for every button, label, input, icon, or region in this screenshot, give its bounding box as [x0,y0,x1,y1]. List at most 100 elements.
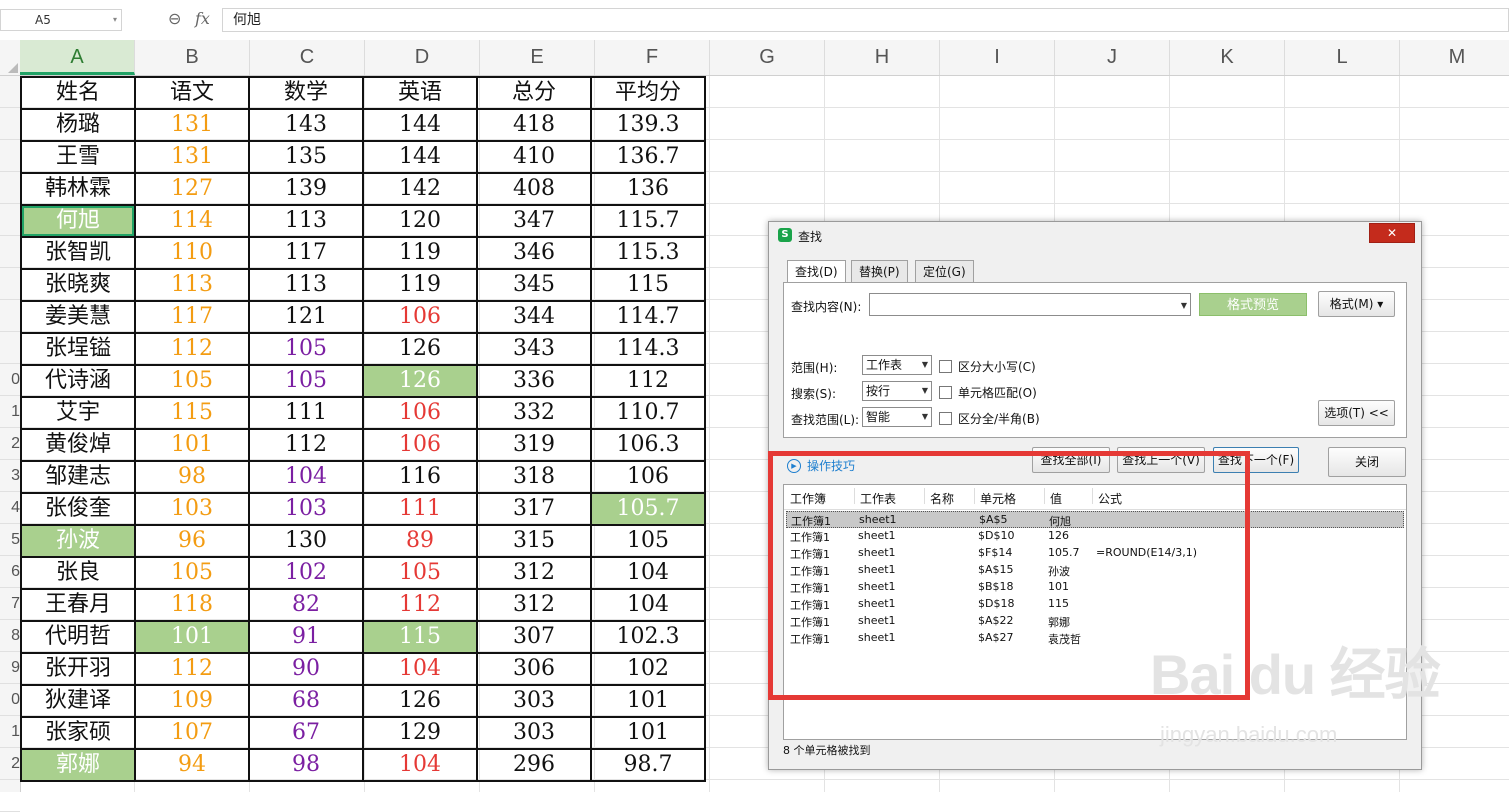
cell[interactable]: 姓名 [20,76,136,110]
cell[interactable]: 312 [476,588,592,622]
row-header[interactable]: 0 [0,364,20,396]
cell[interactable]: 115.3 [590,236,706,270]
cell[interactable]: 王雪 [20,140,136,174]
cell[interactable]: 孙波 [20,524,136,558]
row-header[interactable] [0,780,20,812]
cell[interactable]: 106 [362,396,478,430]
cell[interactable]: 90 [248,652,364,686]
match-width-checkbox[interactable]: 区分全/半角(B) [939,410,1040,427]
close-icon[interactable]: ✕ [1369,223,1415,243]
row-header[interactable]: 2 [0,428,20,460]
column-header-a[interactable]: A [20,40,135,75]
scope-select[interactable]: 工作表 ▼ [862,355,932,375]
cell[interactable]: 296 [476,748,592,782]
cell[interactable]: 121 [248,300,364,334]
cell[interactable]: 117 [134,300,250,334]
cell[interactable]: 张智凯 [20,236,136,270]
cell[interactable]: 黄俊焯 [20,428,136,462]
row-header[interactable] [0,332,20,364]
cell[interactable]: 张晓爽 [20,268,136,302]
row-header[interactable]: 9 [0,652,20,684]
cell[interactable]: 张家硕 [20,716,136,750]
cell[interactable]: 94 [134,748,250,782]
row-header[interactable]: 1 [0,716,20,748]
cell[interactable]: 代明哲 [20,620,136,654]
cell[interactable]: 306 [476,652,592,686]
cell[interactable]: 332 [476,396,592,430]
column-header-m[interactable]: M [1400,40,1509,75]
row-header[interactable]: 3 [0,460,20,492]
cell[interactable]: 106.3 [590,428,706,462]
row-header[interactable] [0,236,20,268]
cell[interactable]: 139 [248,172,364,206]
cell[interactable]: 112 [134,652,250,686]
cell[interactable]: 韩林霖 [20,172,136,206]
cell[interactable]: 106 [362,300,478,334]
fx-icon[interactable]: fx [195,9,210,28]
cell[interactable]: 312 [476,556,592,590]
format-button[interactable]: 格式(M) ▾ [1318,291,1395,317]
cell[interactable]: 98.7 [590,748,706,782]
cell[interactable]: 总分 [476,76,592,110]
cell[interactable]: 126 [362,684,478,718]
cell[interactable]: 113 [134,268,250,302]
cell[interactable]: 410 [476,140,592,174]
row-header[interactable] [0,204,20,236]
row-header[interactable] [0,268,20,300]
cell[interactable]: 89 [362,524,478,558]
row-header[interactable]: 5 [0,524,20,556]
column-header-j[interactable]: J [1055,40,1170,75]
cell[interactable]: 118 [134,588,250,622]
checkbox-box[interactable] [939,386,952,399]
row-header[interactable]: 6 [0,556,20,588]
cell[interactable]: 105 [590,524,706,558]
cell[interactable]: 82 [248,588,364,622]
row-header[interactable] [0,300,20,332]
cell[interactable]: 120 [362,204,478,238]
cell[interactable]: 104 [362,652,478,686]
cell[interactable]: 336 [476,364,592,398]
formula-input[interactable]: 何旭 [222,8,1509,32]
cell[interactable]: 杨璐 [20,108,136,142]
cell[interactable]: 郭娜 [20,748,136,782]
cell[interactable]: 130 [248,524,364,558]
row-header[interactable] [0,140,20,172]
cell[interactable]: 姜美慧 [20,300,136,334]
cell[interactable]: 114.7 [590,300,706,334]
cell[interactable]: 344 [476,300,592,334]
cell[interactable]: 68 [248,684,364,718]
column-header-e[interactable]: E [480,40,595,75]
chevron-down-icon[interactable]: ▼ [1181,297,1187,315]
cell[interactable]: 101 [134,620,250,654]
cell[interactable]: 101 [590,716,706,750]
cell[interactable]: 131 [134,108,250,142]
row-header[interactable] [0,76,20,108]
cell[interactable]: 135 [248,140,364,174]
row-header[interactable]: 8 [0,620,20,652]
cell[interactable]: 119 [362,268,478,302]
cell[interactable]: 117 [248,236,364,270]
cell[interactable]: 303 [476,716,592,750]
cell[interactable]: 98 [248,748,364,782]
cell[interactable]: 346 [476,236,592,270]
cell[interactable]: 数学 [248,76,364,110]
cell[interactable]: 110 [134,236,250,270]
column-header-f[interactable]: F [595,40,710,75]
cell[interactable]: 116 [362,460,478,494]
cell[interactable]: 张俊奎 [20,492,136,526]
cell[interactable]: 106 [590,460,706,494]
cell[interactable]: 142 [362,172,478,206]
column-header-k[interactable]: K [1170,40,1285,75]
cell[interactable]: 144 [362,108,478,142]
cell[interactable]: 109 [134,684,250,718]
cell[interactable]: 115 [362,620,478,654]
cell[interactable]: 狄建译 [20,684,136,718]
cell[interactable]: 127 [134,172,250,206]
checkbox-box[interactable] [939,412,952,425]
cell[interactable]: 张埕镒 [20,332,136,366]
cell[interactable]: 143 [248,108,364,142]
column-header-h[interactable]: H [825,40,940,75]
chevron-down-icon[interactable]: ▾ [113,10,117,30]
cell[interactable]: 代诗涵 [20,364,136,398]
checkbox-box[interactable] [939,360,952,373]
